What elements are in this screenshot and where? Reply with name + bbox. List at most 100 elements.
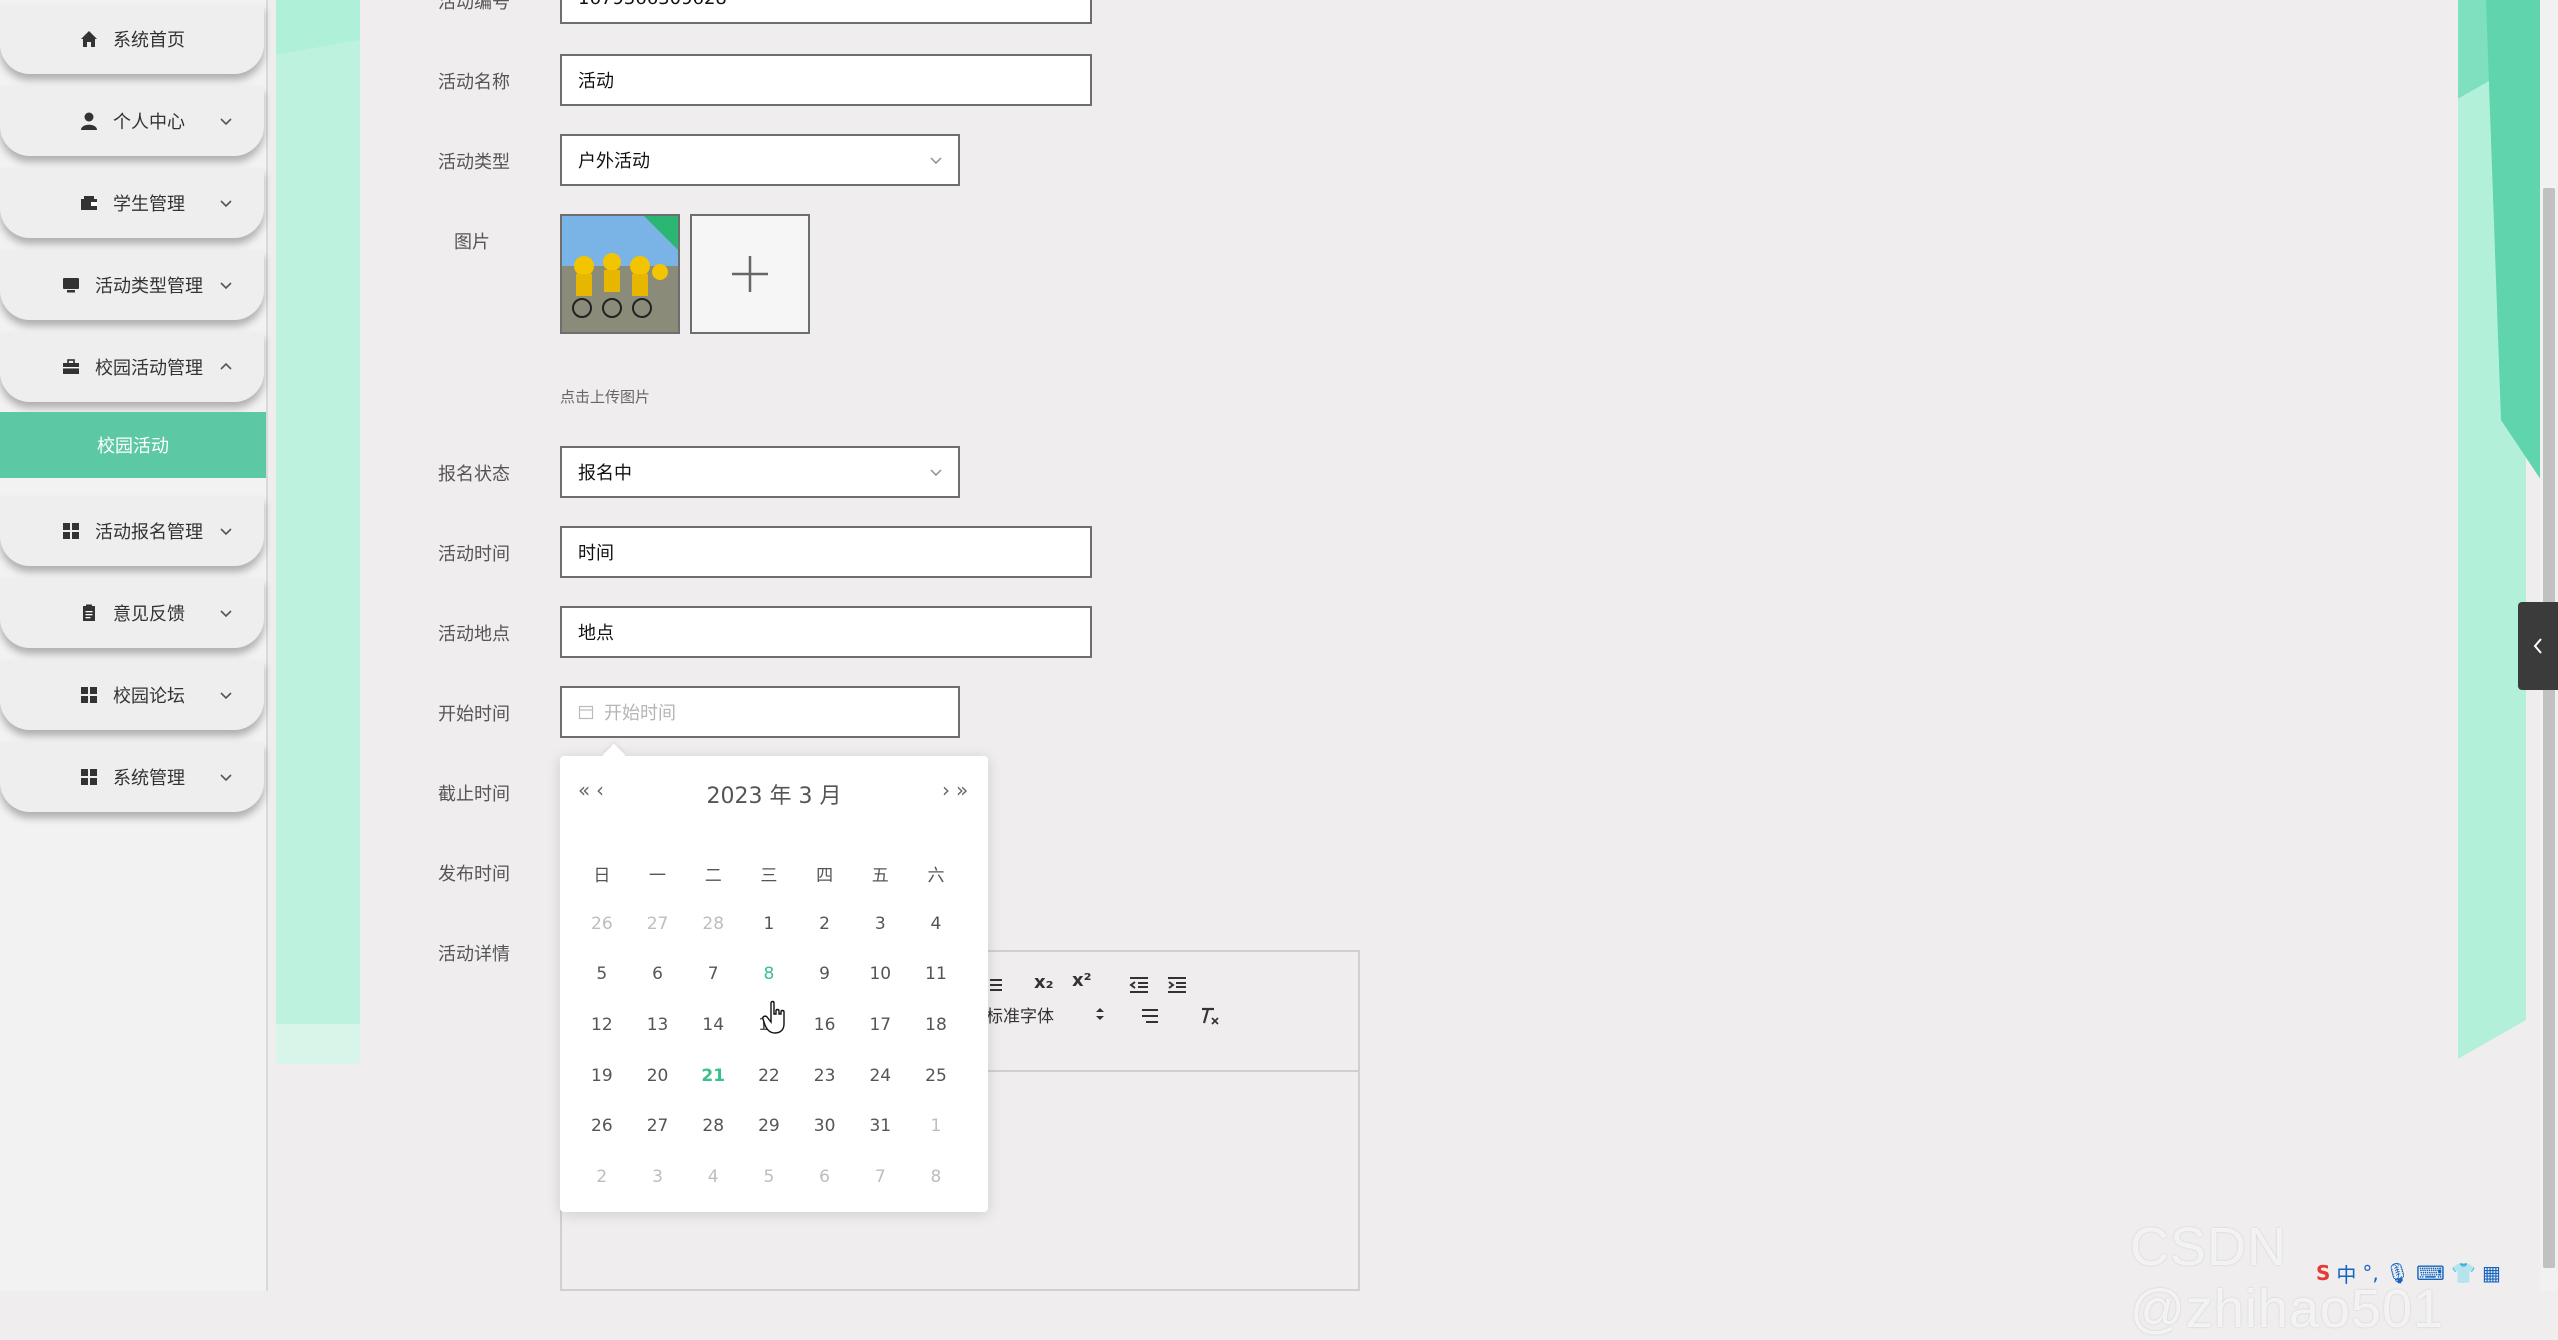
upload-image-button[interactable] [690,214,810,334]
sidebar-subitem-campus-activity[interactable]: 校园活动 [0,412,266,478]
activity-type-label: 活动类型 [438,152,510,173]
calendar-day[interactable]: 27 [630,914,686,934]
calendar-week: 2 3 4 5 6 7 8 [574,1152,964,1203]
punctuation-icon[interactable]: °, [2362,1261,2378,1285]
activity-type-select[interactable]: 户外活动 [560,134,960,186]
calendar-day[interactable]: 27 [630,1116,686,1136]
calendar-day[interactable]: 11 [908,964,964,984]
calendar-day[interactable]: 22 [741,1066,797,1086]
calendar-day[interactable]: 25 [908,1066,964,1086]
calendar-day[interactable]: 17 [852,1015,908,1035]
grid-icon [61,521,81,541]
calendar-day[interactable]: 18 [908,1015,964,1035]
calendar-day[interactable]: 24 [852,1066,908,1086]
calendar-day[interactable]: 28 [685,914,741,934]
sidebar-item-label: 系统管理 [113,768,185,789]
calendar-day[interactable]: 10 [852,964,908,984]
keyboard-icon[interactable]: ⌨ [2416,1261,2445,1285]
calendar-day[interactable]: 3 [852,914,908,934]
next-month-button[interactable]: › [942,778,950,802]
select-updown-icon [1096,1008,1104,1020]
start-time-input[interactable]: 开始时间 [560,686,960,738]
calendar-day[interactable]: 26 [574,914,630,934]
chevron-down-icon [220,282,232,290]
calendar-day[interactable]: 19 [574,1066,630,1086]
align-icon[interactable] [1140,1008,1160,1024]
sidebar-item-campus-activity[interactable]: 校园活动管理 [0,332,264,402]
outdent-icon[interactable] [1128,976,1150,994]
clear-format-icon[interactable] [1198,1006,1220,1026]
grid-icon [79,767,99,787]
sidebar-item-label: 活动类型管理 [95,276,203,297]
weekday-label: 六 [927,865,945,886]
calendar-day[interactable]: 8 [741,964,797,984]
calendar-day[interactable]: 16 [797,1015,853,1035]
activity-place-input[interactable]: 地点 [560,606,1092,658]
skin-icon[interactable]: 👕 [2451,1261,2476,1285]
weekday-header: 日 一 二 三 四 五 六 [574,848,964,899]
home-icon [79,29,99,49]
ime-language[interactable]: 中 [2336,1259,2356,1288]
activity-no-input[interactable]: 1679366309628 [560,0,1092,24]
ime-toolbar[interactable]: S 中 °, 🎙 ⌨ 👕 ▦ [2316,1258,2507,1288]
calendar-day[interactable]: 20 [630,1066,686,1086]
calendar-day[interactable]: 4 [685,1167,741,1187]
calendar-day[interactable]: 2 [574,1167,630,1187]
calendar-day[interactable]: 7 [852,1167,908,1187]
user-icon [79,111,99,131]
calendar-day[interactable]: 6 [797,1167,853,1187]
activity-name-input[interactable]: 活动 [560,54,1092,106]
sidebar-item-personal[interactable]: 个人中心 [0,86,264,156]
activity-time-input[interactable]: 时间 [560,526,1092,578]
sidebar-item-system[interactable]: 系统管理 [0,742,264,812]
activity-type-value: 户外活动 [578,151,650,172]
calendar-day[interactable]: 2 [797,914,853,934]
list-icon[interactable] [986,976,1004,994]
calendar-day[interactable]: 13 [630,1015,686,1035]
indent-icon[interactable] [1166,976,1188,994]
subscript-button[interactable]: x₂ [1034,972,1054,993]
microphone-icon[interactable]: 🎙 [2385,1261,2410,1285]
calendar-day[interactable]: 6 [630,964,686,984]
calendar-day[interactable]: 8 [908,1167,964,1187]
calendar-day[interactable]: 23 [797,1066,853,1086]
calendar-day[interactable]: 31 [852,1116,908,1136]
clipboard-icon [79,603,99,623]
calendar-day[interactable]: 12 [574,1015,630,1035]
calendar-day[interactable]: 5 [574,964,630,984]
sidebar-item-signup[interactable]: 活动报名管理 [0,496,264,566]
sidebar-item-forum[interactable]: 校园论坛 [0,660,264,730]
activity-no-label: 活动编号 [438,0,510,13]
calendar-day[interactable]: 9 [797,964,853,984]
font-select[interactable]: 标准字体 [986,1002,1054,1027]
calendar-day[interactable]: 26 [574,1116,630,1136]
calendar-week: 26 27 28 29 30 31 1 [574,1101,964,1152]
chevron-down-icon [220,774,232,782]
calendar-day[interactable]: 30 [797,1116,853,1136]
calendar-day-today[interactable]: 21 [685,1066,741,1086]
sidebar-item-label: 校园论坛 [113,686,185,707]
sidebar-item-feedback[interactable]: 意见反馈 [0,578,264,648]
side-drawer-toggle[interactable] [2518,602,2558,690]
activity-name-label: 活动名称 [438,72,510,93]
calendar-day[interactable]: 28 [685,1116,741,1136]
superscript-button[interactable]: x² [1072,970,1092,991]
next-year-button[interactable]: » [956,778,968,802]
calendar-day[interactable]: 14 [685,1015,741,1035]
calendar-day[interactable]: 7 [685,964,741,984]
signup-status-label: 报名状态 [438,464,510,485]
calendar-day[interactable]: 3 [630,1167,686,1187]
sidebar-item-activity-types[interactable]: 活动类型管理 [0,250,264,320]
scrollbar-thumb[interactable] [2543,188,2555,1268]
sidebar-item-label: 意见反馈 [113,604,185,625]
sidebar-item-home[interactable]: 系统首页 [0,4,264,74]
signup-status-select[interactable]: 报名中 [560,446,960,498]
calendar-day[interactable]: 4 [908,914,964,934]
calendar-day[interactable]: 29 [741,1116,797,1136]
uploaded-image-thumbnail[interactable] [560,214,680,334]
calendar-day[interactable]: 1 [741,914,797,934]
calendar-day[interactable]: 1 [908,1116,964,1136]
calendar-day[interactable]: 5 [741,1167,797,1187]
grid-menu-icon[interactable]: ▦ [2482,1261,2501,1285]
sidebar-item-students[interactable]: 学生管理 [0,168,264,238]
